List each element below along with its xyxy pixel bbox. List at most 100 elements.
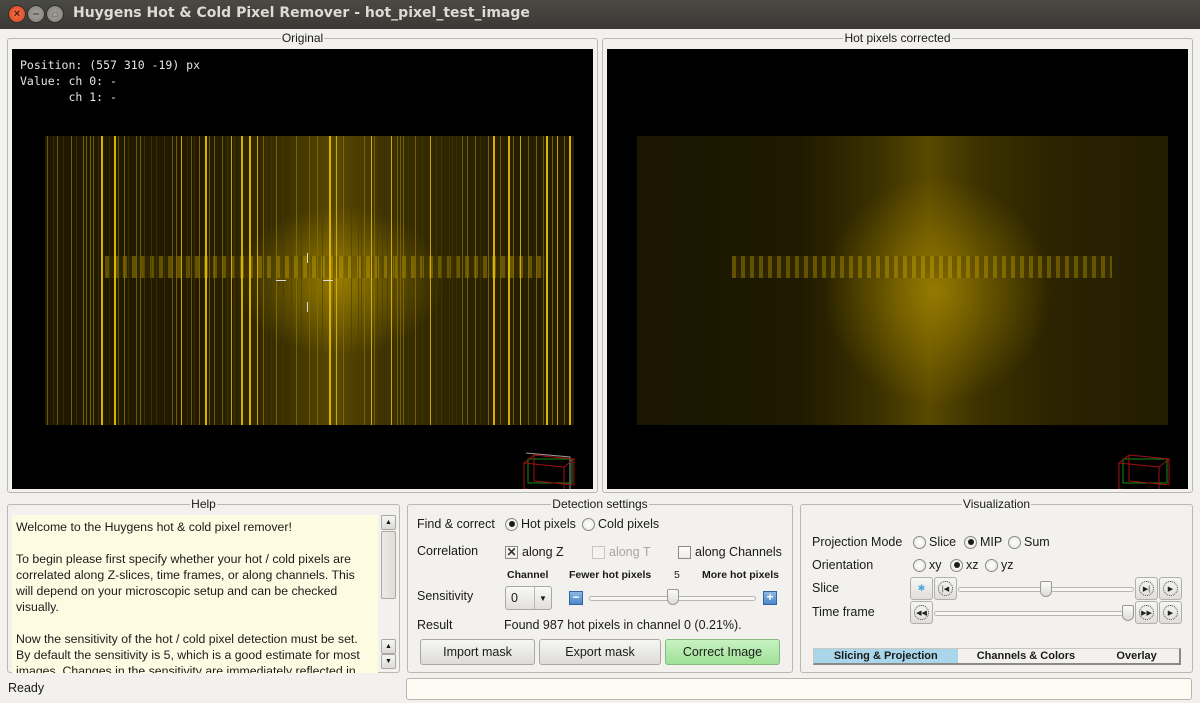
radio-label: xz <box>966 558 979 572</box>
channel-select[interactable]: 0 ▼ <box>505 586 552 610</box>
hot-pixel-stripe <box>296 136 297 425</box>
hot-pixel-stripe <box>309 136 310 425</box>
scroll-up-button-2[interactable]: ▲ <box>381 639 396 654</box>
time-play-button[interactable]: ▶ <box>1159 601 1182 624</box>
radio-indicator[interactable] <box>985 558 998 572</box>
slice-first-button[interactable]: |◀ <box>934 577 957 600</box>
corrected-title: Hot pixels corrected <box>843 31 952 45</box>
hot-pixel-stripe <box>364 136 365 425</box>
find-hot-radio[interactable]: Hot pixels <box>505 517 576 531</box>
tab-channels-colors[interactable]: Channels & Colors <box>958 649 1095 663</box>
hot-pixel-stripe <box>257 136 258 425</box>
scroll-down-button[interactable]: ▼ <box>381 654 396 669</box>
orientation-xy-radio[interactable]: xy <box>913 558 942 572</box>
decrease-sensitivity-button[interactable]: − <box>569 591 583 605</box>
window-title: Huygens Hot & Cold Pixel Remover - hot_p… <box>73 5 530 21</box>
skip-back-icon: |◀ <box>938 581 953 596</box>
corrected-image[interactable] <box>637 136 1168 425</box>
close-window-button[interactable]: × <box>8 5 26 23</box>
sensitivity-value: 5 <box>674 569 680 581</box>
hot-pixel-stripe <box>47 136 48 425</box>
orientation-yz-radio[interactable]: yz <box>985 558 1014 572</box>
timeframe-slider-thumb[interactable] <box>1122 605 1134 621</box>
radio-indicator[interactable] <box>913 558 926 572</box>
hot-pixel-stripe <box>57 136 58 425</box>
hot-pixel-stripe <box>394 136 395 425</box>
channel-header: Channel <box>507 569 549 581</box>
original-image[interactable] <box>45 136 574 425</box>
hot-pixel-stripe <box>441 136 442 425</box>
hot-pixel-stripe <box>194 136 195 425</box>
help-scrollbar[interactable]: ▲ ▲ ▼ <box>381 515 397 673</box>
export-mask-button[interactable]: Export mask <box>539 639 661 665</box>
hot-pixel-stripe <box>63 136 64 425</box>
radio-indicator[interactable] <box>1008 535 1021 549</box>
slice-label: Slice <box>812 581 840 595</box>
original-viewer[interactable]: Position: (557 310 -19) px Value: ch 0: -… <box>12 49 593 489</box>
hot-pixel-stripe <box>140 136 141 425</box>
crosshair-top <box>307 253 308 263</box>
hot-pixel-stripe <box>98 136 99 425</box>
hot-pixel-stripe <box>449 136 450 425</box>
orientation-xz-radio[interactable]: xz <box>950 558 979 572</box>
slice-last-button[interactable]: ▶| <box>1135 577 1158 600</box>
radio-label: Hot pixels <box>521 517 576 531</box>
time-forward-button[interactable]: ▶▶ <box>1135 601 1158 624</box>
slice-mode-button[interactable]: ✱ <box>910 577 933 600</box>
scroll-up-button[interactable]: ▲ <box>381 515 396 530</box>
projection-sum-radio[interactable]: Sum <box>1008 535 1050 549</box>
radio-indicator[interactable] <box>582 517 595 531</box>
projection-slice-radio[interactable]: Slice <box>913 535 956 549</box>
crosshair-bottom <box>307 302 308 312</box>
hot-pixel-stripe <box>528 136 529 425</box>
timeframe-label: Time frame <box>812 605 875 619</box>
hot-pixel-stripe <box>358 136 359 425</box>
radio-indicator[interactable] <box>964 535 977 549</box>
along-z-checkbox[interactable]: ✕ along Z <box>505 545 564 559</box>
hot-pixel-stripe <box>377 136 378 425</box>
minimize-window-button[interactable]: – <box>27 5 45 23</box>
scroll-thumb[interactable] <box>381 531 396 599</box>
import-mask-button[interactable]: Import mask <box>420 639 535 665</box>
hot-pixel-stripe <box>234 136 235 425</box>
corrected-viewer[interactable] <box>607 49 1188 489</box>
hot-pixel-stripe <box>76 136 77 425</box>
hot-pixel-stripe <box>164 136 165 425</box>
sensitivity-slider-thumb[interactable] <box>666 589 679 605</box>
hot-pixel-stripe <box>564 136 565 425</box>
increase-sensitivity-button[interactable]: + <box>763 591 777 605</box>
hot-pixel-stripe <box>536 136 537 425</box>
help-text[interactable]: Welcome to the Huygens hot & cold pixel … <box>12 515 378 673</box>
checkbox-checked[interactable]: ✕ <box>505 545 518 559</box>
radio-indicator[interactable] <box>950 558 963 572</box>
minimize-icon: – <box>32 8 40 20</box>
slice-slider-thumb[interactable] <box>1040 581 1052 597</box>
checkbox-unchecked[interactable] <box>678 545 691 559</box>
find-cold-radio[interactable]: Cold pixels <box>582 517 659 531</box>
tab-overlay[interactable]: Overlay <box>1094 649 1179 663</box>
title-bar: × – □ Huygens Hot & Cold Pixel Remover -… <box>0 0 1200 29</box>
status-text: Ready <box>8 681 45 695</box>
rewind-icon: ◀◀ <box>914 605 929 620</box>
crosshair-right <box>323 280 333 281</box>
hot-pixel-stripe <box>415 136 416 425</box>
result-label: Result <box>417 618 453 632</box>
timeframe-slider-track[interactable] <box>934 611 1134 616</box>
maximize-window-button[interactable]: □ <box>46 5 64 23</box>
chevron-down-icon: ▼ <box>534 587 551 609</box>
radio-indicator[interactable] <box>913 535 926 549</box>
hot-pixel-stripe <box>333 136 334 425</box>
time-back-button[interactable]: ◀◀ <box>910 601 933 624</box>
along-channels-checkbox[interactable]: along Channels <box>678 545 782 559</box>
help-paragraph: Now the sensitivity of the hot / cold pi… <box>16 632 360 673</box>
help-paragraph: To begin please first specify whether yo… <box>16 552 355 614</box>
close-icon: × <box>13 8 21 20</box>
projection-mip-radio[interactable]: MIP <box>964 535 1002 549</box>
checkbox-label: along Channels <box>695 545 782 559</box>
correct-image-button[interactable]: Correct Image <box>665 639 780 665</box>
radio-indicator[interactable] <box>505 517 518 531</box>
tab-slicing-projection[interactable]: Slicing & Projection <box>814 649 958 663</box>
hot-pixel-stripe <box>205 136 207 425</box>
slice-play-button[interactable]: ▶ <box>1159 577 1182 600</box>
visualization-group: Visualization Projection Mode Slice MIP … <box>800 497 1193 673</box>
